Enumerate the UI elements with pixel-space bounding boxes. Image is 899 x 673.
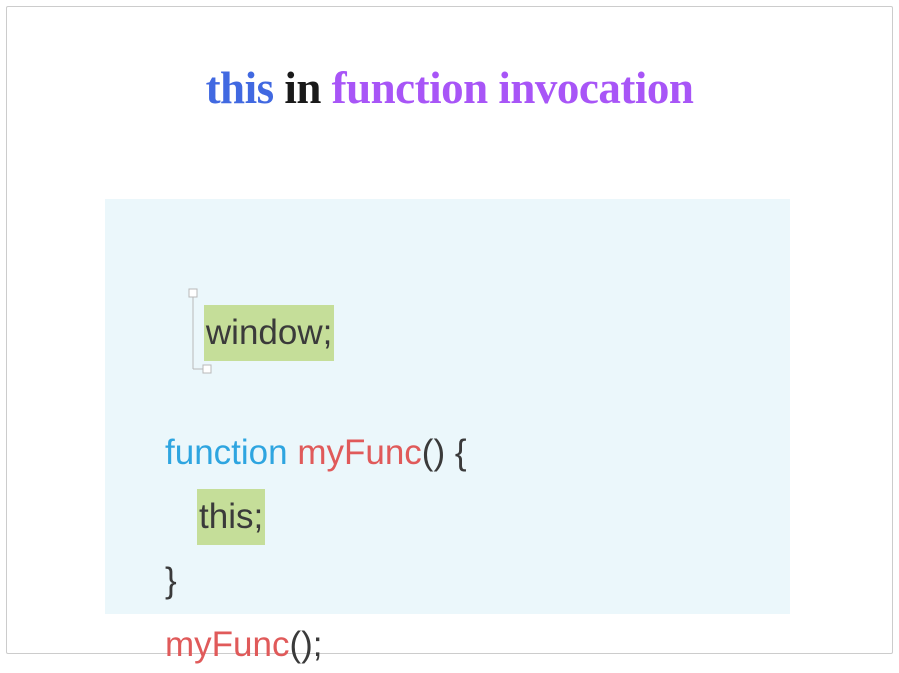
call-parens: (); (289, 625, 322, 664)
code-line-2: function myFunc() { (165, 425, 730, 481)
keyword-function: function (165, 433, 288, 472)
close-brace: } (165, 561, 177, 600)
call-name: myFunc (165, 625, 289, 664)
title-word-in: in (284, 63, 321, 113)
title-word-this: this (206, 63, 274, 113)
highlight-window: window; (204, 305, 334, 361)
code-line-1: window; (165, 249, 730, 417)
code-line-4: } (165, 553, 730, 609)
title-word-function-invocation: function invocation (332, 63, 694, 113)
code-block: window; function myFunc() { this; } myFu… (105, 199, 790, 614)
function-name: myFunc (297, 433, 421, 472)
slide-title: this in function invocation (0, 62, 899, 114)
code-line-3: this; (165, 489, 730, 545)
highlight-this: this; (197, 489, 265, 545)
open-paren-brace: () { (422, 433, 467, 472)
code-line-5: myFunc(); (165, 617, 730, 673)
